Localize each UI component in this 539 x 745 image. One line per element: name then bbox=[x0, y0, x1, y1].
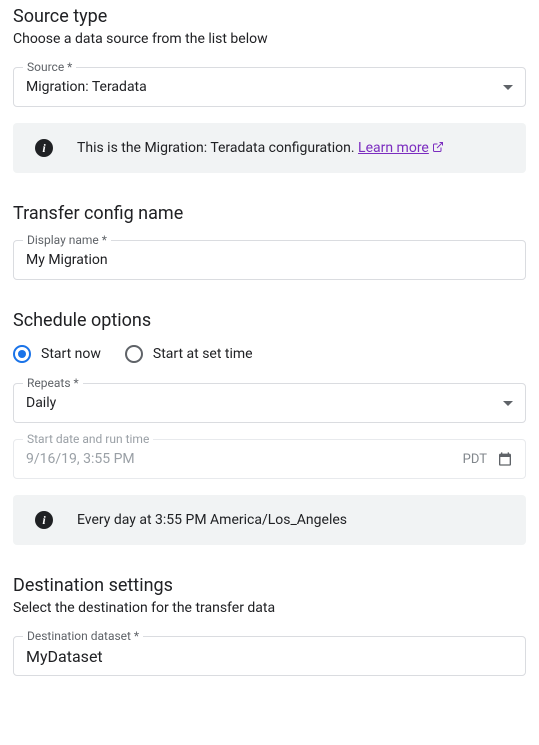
transfer-config-title: Transfer config name bbox=[13, 203, 526, 224]
datetime-field-wrapper: Start date and run time 9/16/19, 3:55 PM… bbox=[13, 439, 526, 479]
external-link-icon bbox=[432, 141, 444, 153]
transfer-config-section: Transfer config name Display name * bbox=[13, 203, 526, 280]
radio-start-now-label: Start now bbox=[41, 346, 101, 362]
timezone-badge: PDT bbox=[463, 452, 487, 467]
schedule-info-text: Every day at 3:55 PM America/Los_Angeles bbox=[77, 512, 347, 528]
source-type-title: Source type bbox=[13, 6, 526, 27]
destination-settings-section: Destination settings Select the destinat… bbox=[13, 575, 526, 676]
source-type-section: Source type Choose a data source from th… bbox=[13, 6, 526, 173]
source-select-value: Migration: Teradata bbox=[26, 79, 147, 95]
dest-dataset-label: Destination dataset * bbox=[23, 629, 143, 643]
chevron-down-icon bbox=[503, 401, 513, 406]
schedule-options-section: Schedule options Start now Start at set … bbox=[13, 310, 526, 545]
calendar-icon bbox=[497, 451, 513, 467]
schedule-info-box: i Every day at 3:55 PM America/Los_Angel… bbox=[13, 495, 526, 545]
radio-start-set-label: Start at set time bbox=[153, 346, 253, 362]
repeats-label: Repeats * bbox=[23, 376, 83, 390]
repeats-field-wrapper: Repeats * Daily bbox=[13, 383, 526, 423]
source-type-desc: Choose a data source from the list below bbox=[13, 31, 526, 47]
source-info-box: i This is the Migration: Teradata config… bbox=[13, 123, 526, 173]
dest-dataset-field-wrapper: Destination dataset * bbox=[13, 636, 526, 676]
radio-icon bbox=[13, 345, 31, 363]
learn-more-link[interactable]: Learn more bbox=[358, 140, 444, 156]
radio-start-now[interactable]: Start now bbox=[13, 345, 101, 363]
repeats-select[interactable]: Daily bbox=[13, 383, 526, 423]
display-name-field-wrapper: Display name * bbox=[13, 240, 526, 280]
schedule-options-title: Schedule options bbox=[13, 310, 526, 331]
display-name-label: Display name * bbox=[23, 233, 111, 247]
display-name-input[interactable] bbox=[26, 252, 513, 268]
source-field-wrapper: Source * Migration: Teradata bbox=[13, 67, 526, 107]
radio-start-set-time[interactable]: Start at set time bbox=[125, 345, 253, 363]
datetime-value: 9/16/19, 3:55 PM bbox=[26, 451, 135, 467]
destination-title: Destination settings bbox=[13, 575, 526, 596]
radio-icon bbox=[125, 345, 143, 363]
schedule-radio-group: Start now Start at set time bbox=[13, 345, 526, 363]
info-icon: i bbox=[35, 139, 53, 157]
chevron-down-icon bbox=[503, 85, 513, 90]
info-icon: i bbox=[35, 511, 53, 529]
source-field-label: Source * bbox=[23, 60, 76, 74]
repeats-value: Daily bbox=[26, 395, 56, 411]
destination-desc: Select the destination for the transfer … bbox=[13, 600, 526, 616]
source-info-text: This is the Migration: Teradata configur… bbox=[77, 140, 444, 156]
source-select[interactable]: Migration: Teradata bbox=[13, 67, 526, 107]
datetime-label: Start date and run time bbox=[23, 432, 153, 446]
dest-dataset-input[interactable] bbox=[26, 647, 513, 666]
